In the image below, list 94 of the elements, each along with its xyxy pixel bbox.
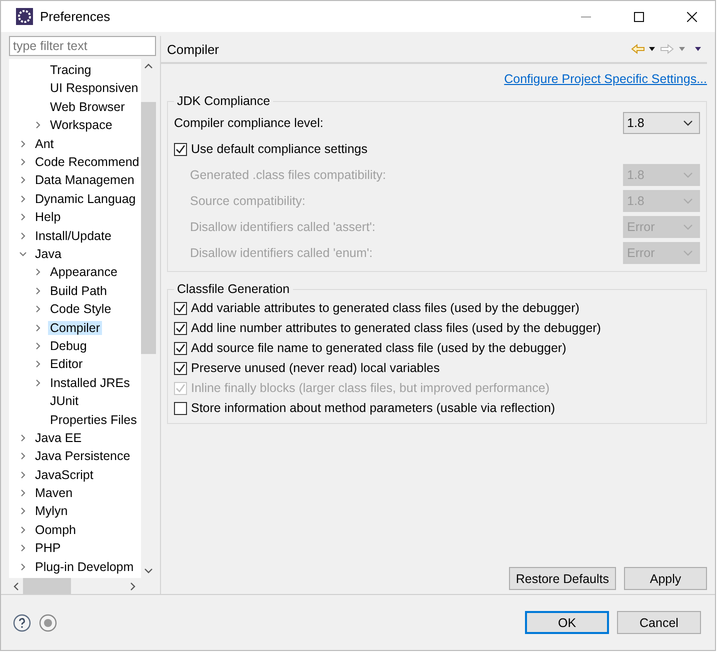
scroll-down-icon[interactable] <box>144 568 153 574</box>
checkbox-label: Store information about method parameters (usable via reflection) <box>191 401 556 415</box>
tree-item[interactable]: Help <box>33 210 63 224</box>
combo-box[interactable]: 1.8 <box>623 112 700 134</box>
tree-item[interactable]: Debug <box>48 338 89 353</box>
checkbox-label: Use default compliance settings <box>191 142 368 156</box>
field-label: Compiler compliance level: <box>174 116 324 130</box>
tree-item[interactable]: Properties Files <box>48 412 139 427</box>
checkbox[interactable] <box>174 402 187 414</box>
chevron-right-icon[interactable] <box>19 434 27 442</box>
chevron-right-icon[interactable] <box>19 526 27 534</box>
chevron-right-icon[interactable] <box>34 360 42 368</box>
chevron-right-icon[interactable] <box>19 194 27 203</box>
scroll-left-icon[interactable] <box>13 582 19 590</box>
checkbox[interactable] <box>174 322 187 334</box>
chevron-right-icon[interactable] <box>19 158 27 166</box>
tree-item[interactable]: Workspace <box>48 118 114 132</box>
tree-item[interactable]: Install/Update <box>33 228 114 243</box>
chevron-right-icon[interactable] <box>19 452 27 460</box>
filter-field[interactable]: type filter text <box>9 36 156 56</box>
tree-item[interactable]: Build Path <box>48 284 109 298</box>
app-icon <box>16 8 33 25</box>
tree-item[interactable]: JUnit <box>48 394 80 408</box>
tree-item[interactable]: Oomph <box>33 522 78 537</box>
tree-item[interactable]: Java Persistence <box>33 449 132 464</box>
tree-item[interactable]: Compiler <box>48 320 102 335</box>
tree-item[interactable]: Mylyn <box>33 504 70 518</box>
tree-item[interactable]: JavaScript <box>33 468 96 482</box>
apply-button[interactable]: Apply <box>624 567 707 590</box>
group-title: Classfile Generation <box>176 282 291 296</box>
checkbox-label: Preserve unused (never read) local variables <box>191 361 440 375</box>
tree-item[interactable]: Maven <box>33 486 75 500</box>
help-icon[interactable] <box>13 614 31 632</box>
chevron-down-icon <box>683 250 693 256</box>
chevron-down-icon <box>683 120 693 126</box>
scroll-right-icon[interactable] <box>130 582 136 590</box>
chevron-right-icon[interactable] <box>19 470 27 479</box>
chevron-right-icon[interactable] <box>19 507 27 516</box>
close-icon[interactable] <box>687 12 697 22</box>
chevron-right-icon[interactable] <box>19 140 27 148</box>
chevron-down-icon[interactable] <box>19 250 27 258</box>
chevron-right-icon[interactable] <box>19 232 27 240</box>
tree-item[interactable]: Java EE <box>33 430 84 445</box>
checkbox[interactable] <box>174 142 187 156</box>
chevron-right-icon[interactable] <box>19 562 27 571</box>
tree-item[interactable]: Plug-in Developm <box>33 560 136 574</box>
tree-item[interactable]: Code Style <box>48 302 114 316</box>
record-icon[interactable] <box>39 614 57 632</box>
ok-button[interactable]: OK <box>525 611 609 634</box>
chevron-down-icon <box>683 224 693 230</box>
tree-item[interactable]: Installed JREs <box>48 376 132 390</box>
checkbox-label: Add source file name to generated class file (used by the debugger) <box>191 341 566 355</box>
field-label: Source compatibility: <box>190 194 306 208</box>
chevron-down-icon <box>683 172 693 178</box>
chevron-right-icon[interactable] <box>19 176 27 184</box>
cancel-button[interactable]: Cancel <box>617 611 701 634</box>
tree-item[interactable]: Ant <box>33 136 56 151</box>
chevron-right-icon[interactable] <box>19 544 27 552</box>
checkbox[interactable] <box>174 342 187 354</box>
tree-item[interactable]: Appearance <box>48 265 120 280</box>
field-label: Generated .class files compatibility: <box>190 168 387 182</box>
field-label: Disallow identifiers called 'assert': <box>190 220 376 234</box>
tree-item[interactable]: Data Managemen <box>33 173 136 188</box>
chevron-right-icon[interactable] <box>19 213 27 222</box>
tree-item[interactable]: Java <box>33 247 64 261</box>
chevron-right-icon[interactable] <box>34 305 42 314</box>
maximize-icon[interactable] <box>634 12 644 22</box>
chevron-right-icon[interactable] <box>19 489 27 498</box>
chevron-right-icon[interactable] <box>34 378 42 387</box>
chevron-right-icon[interactable] <box>34 286 42 295</box>
chevron-right-icon[interactable] <box>34 268 42 276</box>
chevron-down-icon <box>683 198 693 204</box>
window-title: Preferences <box>40 9 112 24</box>
chevron-right-icon[interactable] <box>34 324 42 332</box>
tree-item[interactable]: Editor <box>48 357 85 372</box>
tree-item[interactable]: Code Recommend <box>33 155 141 170</box>
tree-item[interactable]: UI Responsiven <box>48 81 140 96</box>
scroll-up-icon[interactable] <box>144 62 153 69</box>
field-label: Disallow identifiers called 'enum': <box>190 246 374 260</box>
checkbox[interactable] <box>174 362 187 374</box>
page-title: Compiler <box>167 42 220 56</box>
tree-item[interactable]: Web Browser <box>48 100 127 114</box>
tree-item[interactable]: PHP <box>33 541 63 556</box>
checkbox-label: Inline finally blocks (larger class files, but improved performance) <box>191 381 550 395</box>
tree-item[interactable]: Dynamic Languag <box>33 192 138 206</box>
tree-item[interactable]: Tracing <box>48 63 94 78</box>
checkbox[interactable] <box>174 302 187 314</box>
checkbox-label: Add line number attributes to generated class files (used by the debugger) <box>191 321 601 335</box>
configure-link[interactable]: Configure Project Specific Settings... <box>504 72 707 86</box>
checkbox-label: Add variable attributes to generated class files (used by the debugger) <box>191 301 580 315</box>
chevron-right-icon[interactable] <box>34 121 42 130</box>
restore-defaults-button[interactable]: Restore Defaults <box>508 567 616 590</box>
chevron-right-icon[interactable] <box>34 342 42 350</box>
group-title: JDK Compliance <box>176 94 272 108</box>
